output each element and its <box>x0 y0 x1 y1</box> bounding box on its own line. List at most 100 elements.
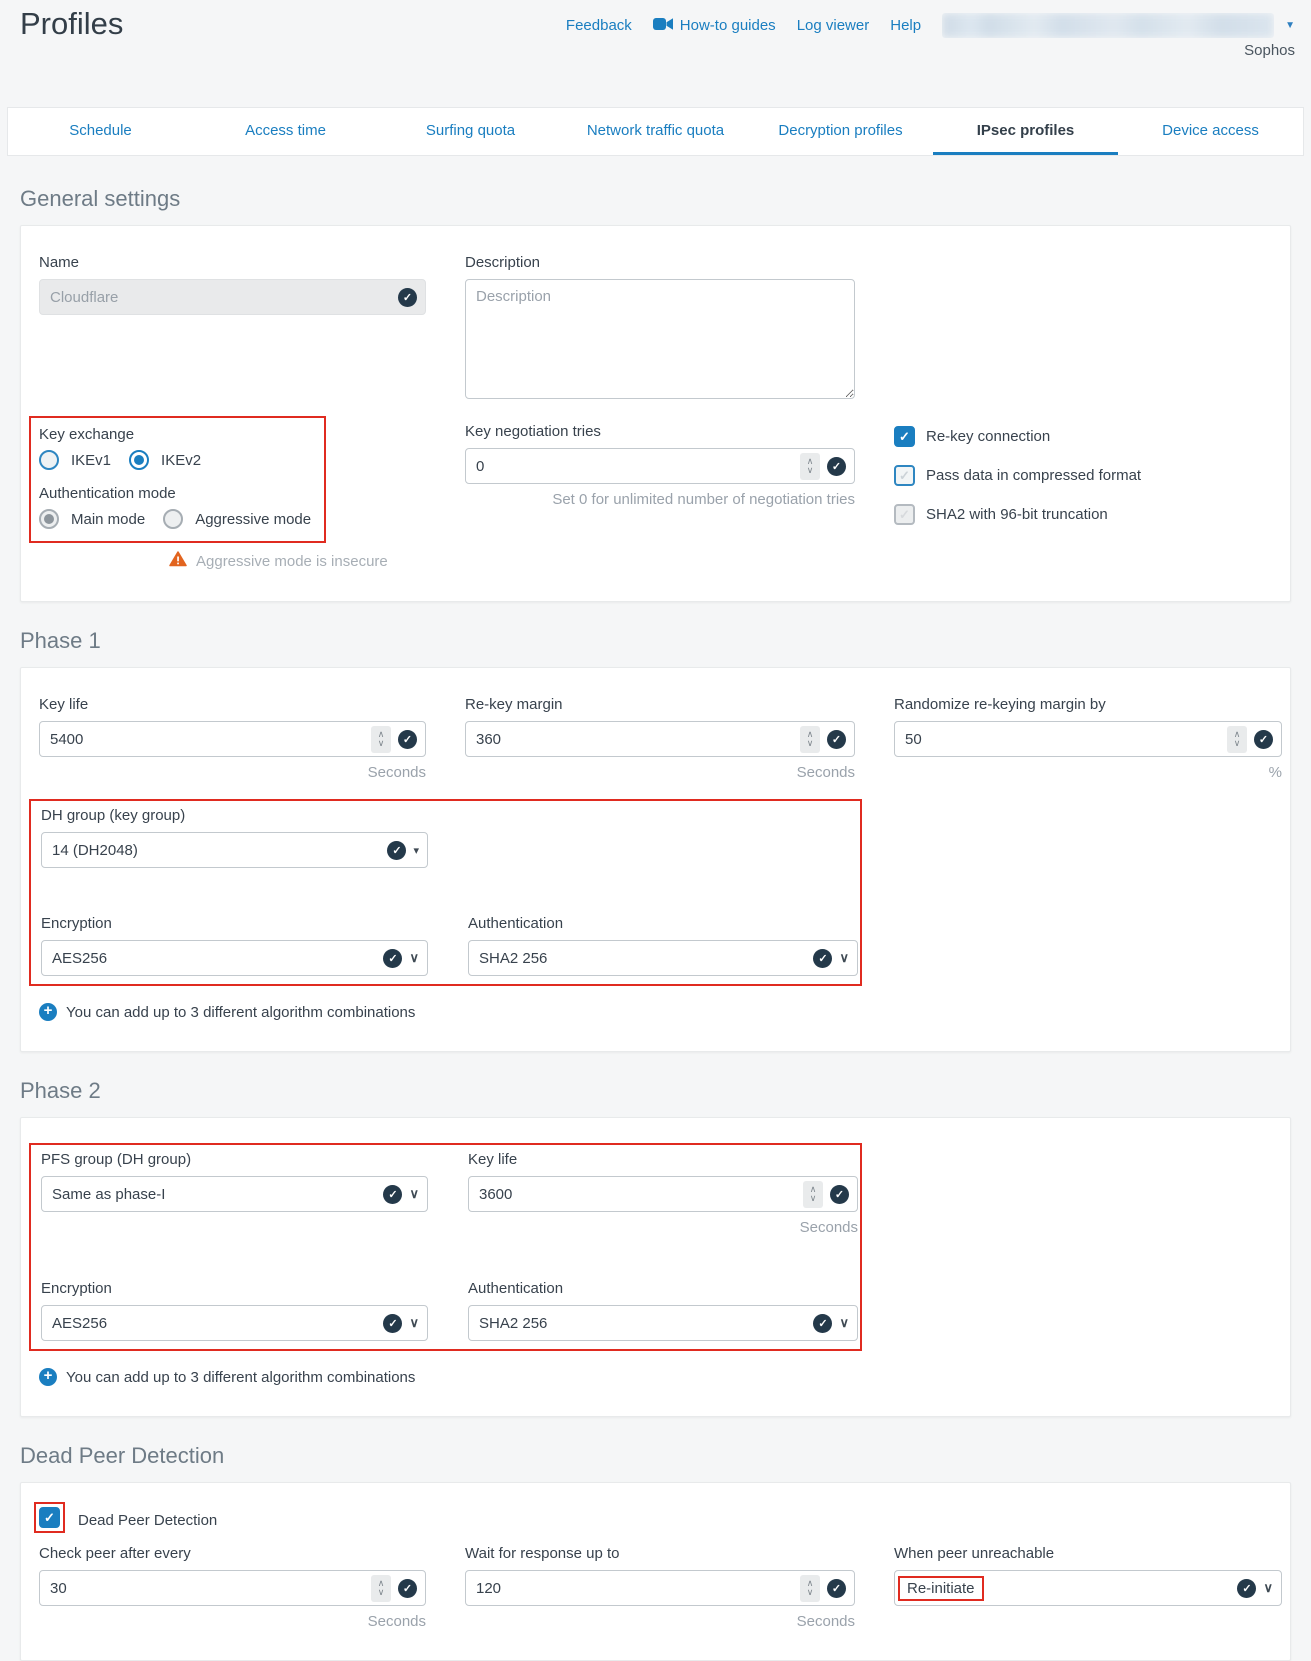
help-link[interactable]: Help <box>890 17 921 34</box>
top-navigation: Feedback How-to guides Log viewer Help ▼ <box>566 13 1295 38</box>
p1-randomize-field[interactable]: ∧∨ ✓ <box>894 721 1282 757</box>
radio-ikev1[interactable]: IKEv1 <box>39 450 111 470</box>
tab-surfing-quota[interactable]: Surfing quota <box>378 108 563 155</box>
checkbox-compressed-format[interactable]: ✓ Pass data in compressed format <box>894 465 1282 486</box>
tab-schedule[interactable]: Schedule <box>8 108 193 155</box>
dpd-check-peer-input[interactable] <box>40 1580 371 1597</box>
p2-pfs-group-value: Same as phase-I <box>42 1186 383 1203</box>
p2-pfs-group-label: PFS group (DH group) <box>41 1151 428 1168</box>
number-stepper[interactable]: ∧∨ <box>1227 726 1247 753</box>
caret-down-icon: ▾ <box>413 844 419 857</box>
p1-rekey-margin-field[interactable]: ∧∨ ✓ <box>465 721 855 757</box>
dpd-unreachable-select[interactable]: Re-initiate ✓ ∨ <box>894 1570 1282 1606</box>
key-negotiation-input[interactable] <box>466 458 800 475</box>
annotation-box-reinitiate: Re-initiate <box>898 1576 984 1601</box>
stepper-down-icon[interactable]: ∨ <box>807 1588 814 1597</box>
tab-ipsec-profiles[interactable]: IPsec profiles <box>933 108 1118 155</box>
stepper-down-icon[interactable]: ∨ <box>378 1588 385 1597</box>
phase2-heading: Phase 2 <box>20 1078 1291 1104</box>
p1-encryption-select[interactable]: AES256 ✓ ∨ <box>41 940 428 976</box>
tab-decryption-profiles[interactable]: Decryption profiles <box>748 108 933 155</box>
number-stepper[interactable]: ∧∨ <box>800 453 820 480</box>
tab-bar: Schedule Access time Surfing quota Netwo… <box>7 107 1304 156</box>
description-textarea[interactable] <box>465 279 855 399</box>
annotation-box-phase2-algorithms: PFS group (DH group) Same as phase-I ✓ ∨… <box>29 1143 862 1351</box>
key-negotiation-field[interactable]: ∧∨ ✓ <box>465 448 855 484</box>
checkbox-sha2-label: SHA2 with 96-bit truncation <box>926 506 1108 523</box>
number-stepper[interactable]: ∧∨ <box>800 726 820 753</box>
p1-rekey-margin-input[interactable] <box>466 731 800 748</box>
p2-authentication-label: Authentication <box>468 1280 858 1297</box>
checkbox-checked-icon: ✓ <box>894 426 915 447</box>
p1-note: You can add up to 3 different algorithm … <box>66 1004 415 1021</box>
p2-encryption-select[interactable]: AES256 ✓ ∨ <box>41 1305 428 1341</box>
stepper-down-icon[interactable]: ∨ <box>378 739 385 748</box>
name-label: Name <box>39 254 426 271</box>
account-name-redacted <box>942 13 1274 38</box>
valid-check-badge-icon: ✓ <box>383 1185 402 1204</box>
p2-authentication-select[interactable]: SHA2 256 ✓ ∨ <box>468 1305 858 1341</box>
dpd-wait-label: Wait for response up to <box>465 1545 855 1562</box>
stepper-up-icon[interactable]: ∧ <box>807 1579 814 1588</box>
howto-guides-link[interactable]: How-to guides <box>653 17 776 35</box>
stepper-down-icon[interactable]: ∨ <box>807 739 814 748</box>
p1-randomize-label: Randomize re-keying margin by <box>894 696 1282 713</box>
dpd-unreachable-label: When peer unreachable <box>894 1545 1282 1562</box>
p1-dh-group-select[interactable]: 14 (DH2048) ✓ ▾ <box>41 832 428 868</box>
add-combination-icon[interactable]: + <box>39 1368 57 1386</box>
number-stepper[interactable]: ∧∨ <box>371 1575 391 1602</box>
valid-check-badge-icon: ✓ <box>1254 730 1273 749</box>
dpd-check-peer-field[interactable]: ∧∨ ✓ <box>39 1570 426 1606</box>
p1-randomize-input[interactable] <box>895 731 1227 748</box>
valid-check-badge-icon: ✓ <box>1237 1579 1256 1598</box>
p2-encryption-label: Encryption <box>41 1280 428 1297</box>
radio-disabled-icon <box>163 509 183 529</box>
feedback-label: Feedback <box>566 17 632 34</box>
dpd-heading: Dead Peer Detection <box>20 1443 1291 1469</box>
p1-authentication-select[interactable]: SHA2 256 ✓ ∨ <box>468 940 858 976</box>
checkbox-rekey-connection[interactable]: ✓ Re-key connection <box>894 426 1282 447</box>
dpd-check-peer-unit: Seconds <box>39 1613 426 1630</box>
number-stepper[interactable]: ∧∨ <box>800 1575 820 1602</box>
help-label: Help <box>890 17 921 34</box>
p2-key-life-field[interactable]: ∧∨ ✓ <box>468 1176 858 1212</box>
radio-aggressive-mode-label: Aggressive mode <box>195 511 311 528</box>
number-stepper[interactable]: ∧∨ <box>371 726 391 753</box>
dpd-wait-field[interactable]: ∧∨ ✓ <box>465 1570 855 1606</box>
feedback-link[interactable]: Feedback <box>566 17 632 34</box>
p1-encryption-value: AES256 <box>42 950 383 967</box>
dpd-enable-checkbox[interactable]: ✓ <box>39 1507 60 1528</box>
number-stepper[interactable]: ∧∨ <box>803 1181 823 1208</box>
dpd-wait-input[interactable] <box>466 1580 800 1597</box>
log-viewer-link[interactable]: Log viewer <box>797 17 870 34</box>
p1-randomize-unit: % <box>894 764 1282 781</box>
brand-label: Sophos <box>1244 42 1295 59</box>
phase2-card: PFS group (DH group) Same as phase-I ✓ ∨… <box>20 1117 1291 1417</box>
add-combination-icon[interactable]: + <box>39 1003 57 1021</box>
tab-access-time[interactable]: Access time <box>193 108 378 155</box>
p2-key-life-input[interactable] <box>469 1186 803 1203</box>
key-negotiation-label: Key negotiation tries <box>465 423 855 440</box>
stepper-down-icon[interactable]: ∨ <box>810 1194 817 1203</box>
warning-triangle-icon <box>169 551 187 571</box>
stepper-up-icon[interactable]: ∧ <box>378 1579 385 1588</box>
p1-rekey-margin-label: Re-key margin <box>465 696 855 713</box>
p1-key-life-unit: Seconds <box>39 764 426 781</box>
radio-ikev1-label: IKEv1 <box>71 452 111 469</box>
checkbox-sha2-truncation: ✓ SHA2 with 96-bit truncation <box>894 504 1282 525</box>
radio-ikev2[interactable]: IKEv2 <box>129 450 201 470</box>
account-dropdown[interactable]: ▼ <box>942 13 1295 38</box>
chevron-down-icon: ∨ <box>409 950 419 966</box>
p2-authentication-value: SHA2 256 <box>469 1315 813 1332</box>
page-header: Profiles Feedback How-to guides Log view… <box>0 0 1311 107</box>
p1-encryption-label: Encryption <box>41 915 428 932</box>
annotation-box-phase1-algorithms: DH group (key group) 14 (DH2048) ✓ ▾ Enc… <box>29 799 862 986</box>
p1-key-life-input[interactable] <box>40 731 371 748</box>
valid-check-badge-icon: ✓ <box>813 1314 832 1333</box>
p2-pfs-group-select[interactable]: Same as phase-I ✓ ∨ <box>41 1176 428 1212</box>
stepper-down-icon[interactable]: ∨ <box>807 466 814 475</box>
tab-network-traffic-quota[interactable]: Network traffic quota <box>563 108 748 155</box>
p1-key-life-field[interactable]: ∧∨ ✓ <box>39 721 426 757</box>
stepper-down-icon[interactable]: ∨ <box>1234 739 1241 748</box>
tab-device-access[interactable]: Device access <box>1118 108 1303 155</box>
